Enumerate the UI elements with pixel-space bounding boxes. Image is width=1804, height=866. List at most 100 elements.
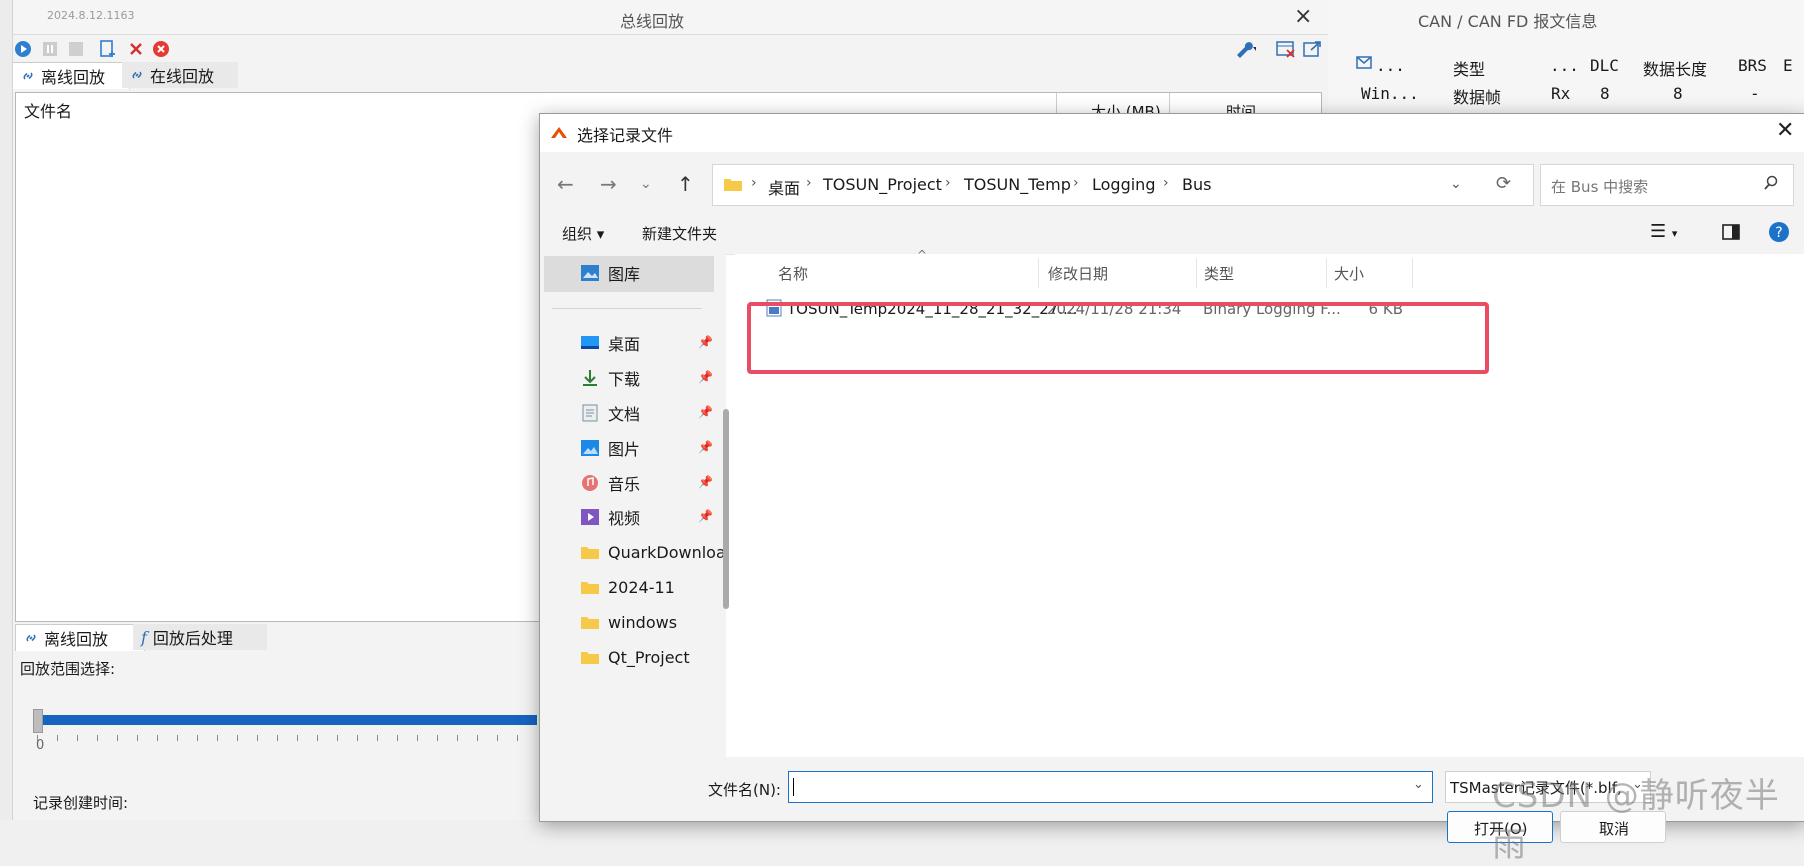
- title-bar: 2024.8.12.1163 总线回放 ×: [0, 0, 1328, 35]
- range-label: 回放范围选择:: [20, 660, 116, 678]
- new-folder-button[interactable]: 新建文件夹: [642, 223, 717, 244]
- search-box[interactable]: 在 Bus 中搜索: [1540, 164, 1794, 206]
- pause-icon[interactable]: [39, 38, 61, 60]
- forward-arrow-icon[interactable]: →: [600, 172, 617, 196]
- export-icon[interactable]: [1302, 38, 1324, 60]
- wrench-icon[interactable]: [1234, 38, 1256, 60]
- pin-icon[interactable]: 📌: [698, 475, 713, 489]
- nav-item[interactable]: Qt_Project: [580, 641, 690, 673]
- pin-icon[interactable]: 📌: [698, 509, 713, 523]
- nav-item[interactable]: 音乐: [580, 467, 640, 499]
- help-icon[interactable]: ?: [1768, 221, 1790, 243]
- column-size[interactable]: 大小: [1326, 258, 1413, 288]
- column-filename[interactable]: 文件名: [24, 98, 72, 122]
- video-icon: [580, 508, 600, 526]
- version-label: 2024.8.12.1163: [47, 9, 135, 22]
- breadcrumb-tosun-project[interactable]: TOSUN_Project: [823, 175, 942, 194]
- can-header-cell[interactable]: DLC: [1590, 56, 1619, 75]
- nav-item-label: Qt_Project: [608, 647, 690, 667]
- breadcrumb-separator: ›: [945, 175, 951, 191]
- breadcrumb-tosun-temp[interactable]: TOSUN_Temp: [964, 175, 1071, 194]
- refresh-icon[interactable]: ⟳: [1496, 173, 1511, 194]
- music-icon: [580, 474, 600, 492]
- tab-online-replay[interactable]: 在线回放: [122, 62, 238, 88]
- pin-icon[interactable]: 📌: [698, 440, 713, 454]
- navigation-pane: 图库桌面 📌 下载 📌 文档 📌 图片 📌 音乐 📌 视频 📌 QuarkDownloa 2024-11 w…: [540, 254, 729, 757]
- nav-item[interactable]: 图库: [580, 257, 640, 289]
- address-bar[interactable]: › 桌面 › TOSUN_Project › TOSUN_Temp › Logg…: [712, 164, 1534, 206]
- can-cell: 数据帧: [1453, 88, 1502, 107]
- nav-item-label: 视频: [608, 509, 641, 528]
- nav-item-label: windows: [608, 612, 678, 632]
- nav-item[interactable]: 视频: [580, 501, 640, 533]
- nav-item[interactable]: 图片: [580, 432, 640, 464]
- close-button[interactable]: ×: [1294, 4, 1312, 29]
- link-icon: [21, 69, 35, 83]
- view-list-icon[interactable]: ☰ ▾: [1650, 221, 1677, 242]
- breadcrumb-separator: ›: [1073, 175, 1079, 191]
- breadcrumb-logging[interactable]: Logging: [1092, 175, 1155, 194]
- nav-item[interactable]: 2024-11: [580, 571, 675, 603]
- pin-icon[interactable]: 📌: [698, 370, 713, 384]
- nav-item-label: 文档: [608, 405, 641, 424]
- download-icon: [580, 369, 600, 387]
- breadcrumb-desktop[interactable]: 桌面: [768, 175, 800, 199]
- nav-item[interactable]: 文档: [580, 397, 640, 429]
- folder-icon: [723, 176, 743, 192]
- can-header-cell[interactable]: ...: [1376, 56, 1405, 75]
- tab-label: 离线回放: [41, 68, 106, 87]
- select-log-file-dialog: 选择记录文件 ✕ ← → ⌄ ↑ › 桌面 › TOSUN_Project › …: [539, 113, 1804, 843]
- command-bar: 组织 ▾ 新建文件夹 ☰ ▾ ?: [540, 212, 1804, 255]
- nav-item[interactable]: QuarkDownloa: [580, 536, 726, 568]
- address-dropdown-icon[interactable]: ⌄: [1450, 176, 1462, 192]
- can-header-cell[interactable]: E: [1783, 56, 1793, 75]
- recent-chevron-icon[interactable]: ⌄: [640, 176, 652, 192]
- column-type[interactable]: 类型: [1196, 258, 1327, 288]
- navigation-bar: ← → ⌄ ↑ › 桌面 › TOSUN_Project › TOSUN_Tem…: [540, 152, 1804, 212]
- up-arrow-icon[interactable]: ↑: [677, 172, 694, 196]
- dialog-title-bar: 选择记录文件 ✕: [540, 114, 1804, 152]
- can-header-cell[interactable]: 类型: [1453, 56, 1485, 80]
- tab-offline-replay-bottom[interactable]: 离线回放: [15, 624, 145, 651]
- preview-pane-icon[interactable]: [1722, 224, 1740, 240]
- filename-input[interactable]: ⌄: [788, 771, 1433, 803]
- stop-icon[interactable]: [65, 38, 87, 60]
- dialog-close-button[interactable]: ✕: [1776, 118, 1794, 143]
- tab-offline-replay[interactable]: 离线回放: [12, 62, 130, 89]
- column-modified[interactable]: 修改日期: [1040, 258, 1197, 288]
- left-edge-panel: [0, 0, 13, 820]
- dialog-title: 选择记录文件: [577, 126, 674, 145]
- column-name[interactable]: 名称: [770, 258, 1039, 288]
- breadcrumb-separator: ›: [1163, 175, 1169, 191]
- organize-button[interactable]: 组织 ▾: [562, 223, 604, 244]
- search-placeholder: 在 Bus 中搜索: [1551, 178, 1649, 196]
- can-header-cell[interactable]: BRS: [1738, 56, 1767, 75]
- range-slider-track[interactable]: [37, 715, 537, 725]
- nav-item[interactable]: 下载: [580, 362, 640, 394]
- can-header-cell[interactable]: ...: [1550, 56, 1579, 75]
- range-slider-handle[interactable]: [33, 709, 43, 733]
- remove-icon[interactable]: [125, 38, 147, 60]
- add-file-icon[interactable]: [97, 38, 119, 60]
- pin-icon[interactable]: 📌: [698, 405, 713, 419]
- tab-post-processing[interactable]: f 回放后处理: [133, 624, 267, 650]
- can-header-cell[interactable]: 数据长度: [1643, 56, 1707, 80]
- breadcrumb-bus[interactable]: Bus: [1182, 175, 1211, 194]
- pin-icon[interactable]: 📌: [698, 335, 713, 349]
- text-caret: [793, 778, 794, 796]
- can-message-table[interactable]: ... 类型 ... DLC 数据长度 BRS E Win... 数据帧 Rx …: [1328, 56, 1804, 116]
- clear-all-icon[interactable]: [150, 38, 172, 60]
- link-icon: [130, 68, 144, 82]
- nav-item[interactable]: windows: [580, 606, 677, 638]
- search-icon[interactable]: [1763, 175, 1779, 191]
- back-arrow-icon[interactable]: ←: [557, 172, 574, 196]
- play-icon[interactable]: [12, 38, 34, 60]
- tab-label: 在线回放: [150, 67, 215, 86]
- nav-item[interactable]: 桌面: [580, 327, 640, 359]
- window-close-icon[interactable]: [1275, 38, 1297, 60]
- nav-item-label: 音乐: [608, 475, 641, 494]
- nav-scrollbar[interactable]: [723, 409, 729, 609]
- can-cell: Rx: [1551, 84, 1571, 103]
- filename-dropdown-icon[interactable]: ⌄: [1413, 777, 1424, 792]
- tab-label: 回放后处理: [152, 629, 233, 648]
